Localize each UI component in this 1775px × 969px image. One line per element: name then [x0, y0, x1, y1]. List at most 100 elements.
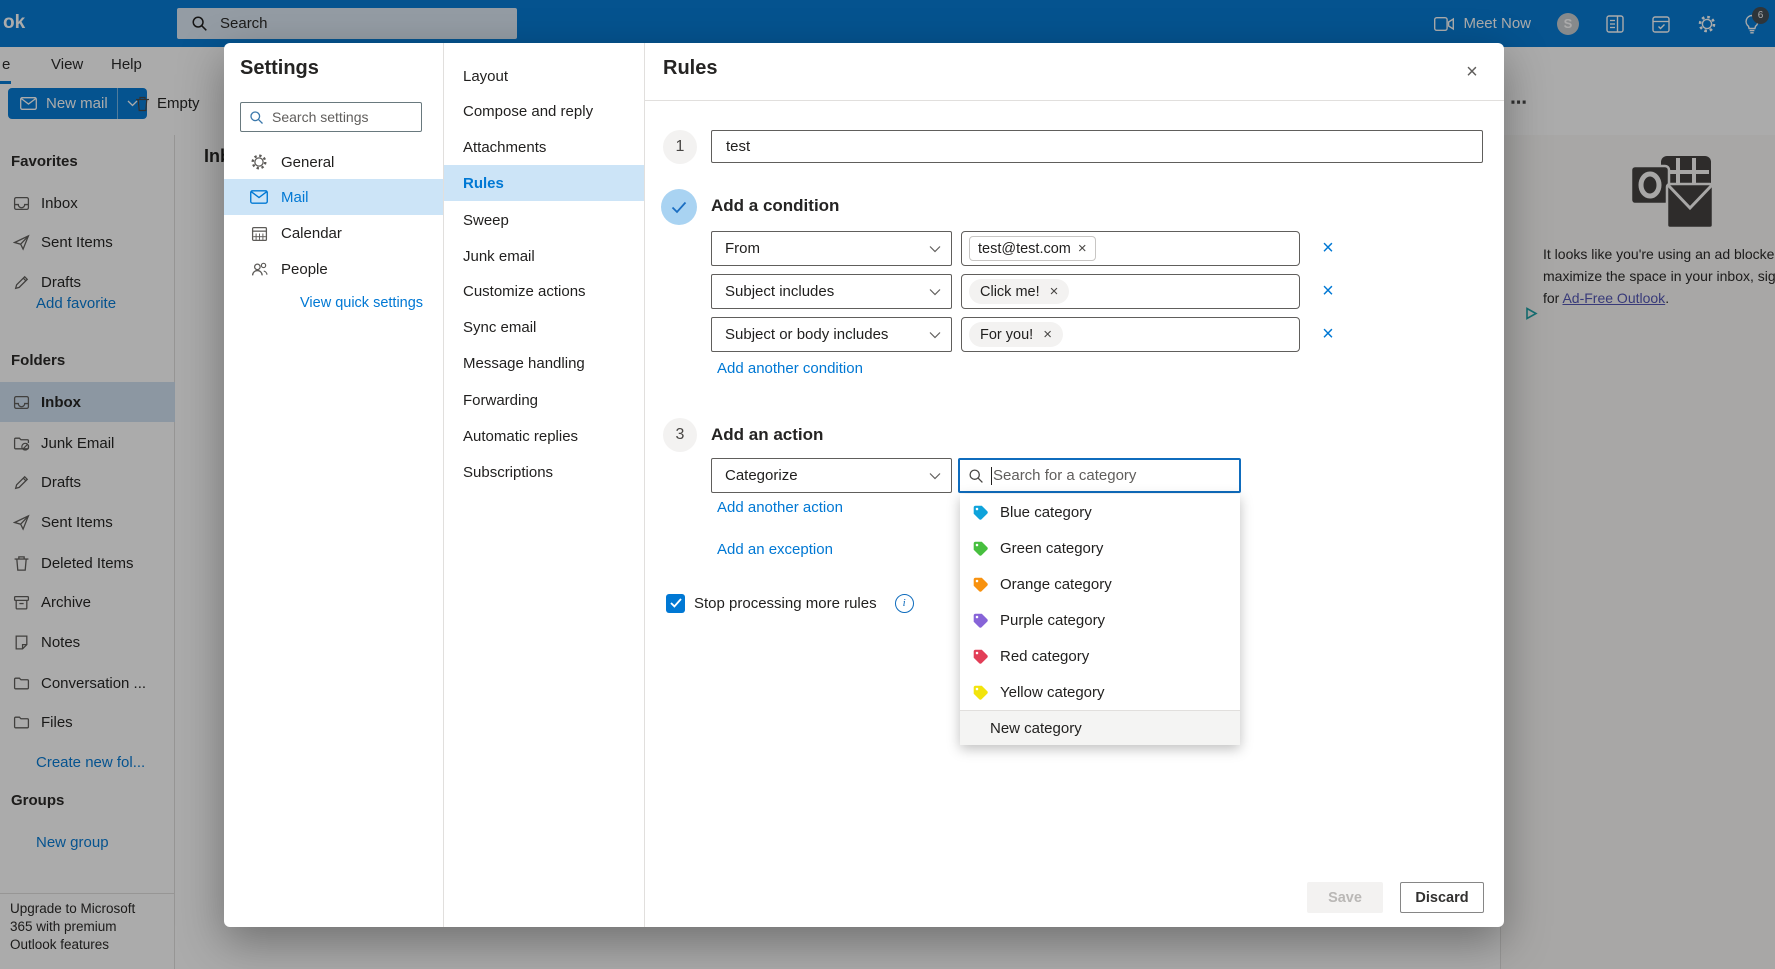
delete-condition-icon[interactable]: ×	[1316, 236, 1340, 260]
condition-field-dropdown[interactable]: From	[711, 231, 952, 266]
category-label: Red category	[1000, 647, 1090, 665]
chip-label: test@test.com	[978, 240, 1071, 257]
category-search-box[interactable]: Search for a category	[958, 458, 1241, 493]
subnav-layout[interactable]: Layout	[444, 58, 645, 94]
condition-value-box[interactable]: For you! ×	[961, 317, 1300, 352]
envelope-icon	[250, 190, 268, 204]
tag-icon	[972, 576, 989, 593]
tag-icon	[972, 684, 989, 701]
value-chip: Click me! ×	[969, 279, 1070, 304]
add-another-action-link[interactable]: Add another action	[717, 499, 843, 516]
settings-nav-calendar[interactable]: Calendar	[224, 215, 443, 251]
category-label: Yellow category	[1000, 683, 1105, 701]
new-category-button[interactable]: New category	[960, 710, 1240, 745]
step-3-badge: 3	[663, 418, 697, 452]
chip-label: For you!	[980, 326, 1034, 343]
settings-nav-people[interactable]: People	[224, 251, 443, 287]
chevron-down-icon	[929, 245, 941, 253]
step-1-badge: 1	[663, 130, 697, 164]
rules-title: Rules	[663, 57, 718, 79]
dropdown-value: Subject includes	[725, 283, 835, 300]
dropdown-value: Categorize	[725, 467, 798, 484]
chevron-down-icon	[929, 331, 941, 339]
close-icon[interactable]: ×	[1460, 60, 1484, 84]
subnav-automatic-replies[interactable]: Automatic replies	[444, 418, 645, 454]
value-chip: test@test.com ×	[969, 236, 1096, 261]
tag-icon	[972, 612, 989, 629]
settings-nav-general[interactable]: General	[224, 144, 443, 180]
category-search-placeholder: Search for a category	[993, 467, 1137, 484]
nav-label: Calendar	[281, 224, 342, 242]
search-icon	[968, 468, 984, 484]
value-chip: For you! ×	[969, 322, 1063, 347]
tag-icon	[972, 504, 989, 521]
chip-remove-icon[interactable]: ×	[1078, 240, 1087, 257]
subnav-junk-email[interactable]: Junk email	[444, 238, 645, 274]
stop-processing-checkbox[interactable]	[666, 593, 685, 613]
condition-row: From test@test.com × ×	[711, 231, 1571, 266]
category-label: Purple category	[1000, 611, 1106, 629]
condition-field-dropdown[interactable]: Subject includes	[711, 274, 952, 309]
nav-label: General	[281, 153, 335, 171]
category-option-purple[interactable]: Purple category	[960, 602, 1240, 638]
settings-modal: Settings General Mail Calendar	[224, 43, 1504, 927]
chip-remove-icon[interactable]: ×	[1043, 326, 1052, 343]
view-quick-settings-link[interactable]: View quick settings	[300, 295, 423, 311]
add-an-exception-link[interactable]: Add an exception	[717, 541, 833, 558]
subnav-subscriptions[interactable]: Subscriptions	[444, 454, 645, 490]
chevron-down-icon	[929, 288, 941, 296]
nav-label: Mail	[281, 188, 309, 206]
settings-search-box[interactable]	[240, 102, 422, 132]
settings-title: Settings	[240, 57, 319, 79]
subnav-attachments[interactable]: Attachments	[444, 129, 645, 165]
nav-label: People	[281, 260, 328, 278]
chip-remove-icon[interactable]: ×	[1050, 283, 1059, 300]
subnav-customize-actions[interactable]: Customize actions	[444, 273, 645, 309]
condition-value-box[interactable]: test@test.com ×	[961, 231, 1300, 266]
delete-condition-icon[interactable]: ×	[1316, 322, 1340, 346]
dropdown-value: Subject or body includes	[725, 326, 889, 343]
add-another-condition-link[interactable]: Add another condition	[717, 360, 863, 377]
discard-button[interactable]: Discard	[1400, 882, 1484, 913]
text-caret	[991, 466, 992, 485]
tag-icon	[972, 540, 989, 557]
condition-value-box[interactable]: Click me! ×	[961, 274, 1300, 309]
rule-name-input[interactable]	[711, 130, 1483, 163]
settings-search-input[interactable]	[272, 109, 402, 125]
delete-condition-icon[interactable]: ×	[1316, 279, 1340, 303]
subnav-sync-email[interactable]: Sync email	[444, 309, 645, 345]
subnav-message-handling[interactable]: Message handling	[444, 345, 645, 381]
action-field-dropdown[interactable]: Categorize	[711, 458, 952, 493]
action-heading: Add an action	[711, 425, 824, 444]
condition-row: Subject includes Click me! × ×	[711, 274, 1571, 309]
category-label: Green category	[1000, 539, 1104, 557]
mail-settings-subnav: Layout Compose and reply Attachments Rul…	[443, 43, 645, 927]
outlook-app: ok Meet Now S	[0, 0, 1775, 969]
condition-field-dropdown[interactable]: Subject or body includes	[711, 317, 952, 352]
dropdown-value: From	[725, 240, 760, 257]
category-option-green[interactable]: Green category	[960, 530, 1240, 566]
subnav-rules[interactable]: Rules	[444, 165, 645, 201]
category-option-red[interactable]: Red category	[960, 638, 1240, 674]
step-check-badge	[661, 189, 697, 225]
category-option-orange[interactable]: Orange category	[960, 566, 1240, 602]
chip-label: Click me!	[980, 283, 1040, 300]
save-button[interactable]: Save	[1307, 882, 1383, 913]
category-label: Orange category	[1000, 575, 1112, 593]
tag-icon	[972, 648, 989, 665]
stop-processing-row: Stop processing more rules i	[666, 587, 914, 619]
condition-row: Subject or body includes For you! × ×	[711, 317, 1571, 352]
category-label: Blue category	[1000, 503, 1092, 521]
subnav-forwarding[interactable]: Forwarding	[444, 382, 645, 418]
category-option-blue[interactable]: Blue category	[960, 494, 1240, 530]
people-icon	[250, 261, 268, 278]
settings-nav-column: Settings General Mail Calendar	[224, 43, 443, 927]
info-icon[interactable]: i	[894, 593, 914, 613]
stop-processing-label: Stop processing more rules	[694, 594, 877, 612]
gear-icon	[250, 153, 268, 171]
subnav-compose-and-reply[interactable]: Compose and reply	[444, 93, 645, 129]
settings-nav-mail[interactable]: Mail	[224, 179, 443, 215]
subnav-sweep[interactable]: Sweep	[444, 202, 645, 238]
divider	[644, 100, 1504, 101]
category-option-yellow[interactable]: Yellow category	[960, 674, 1240, 710]
